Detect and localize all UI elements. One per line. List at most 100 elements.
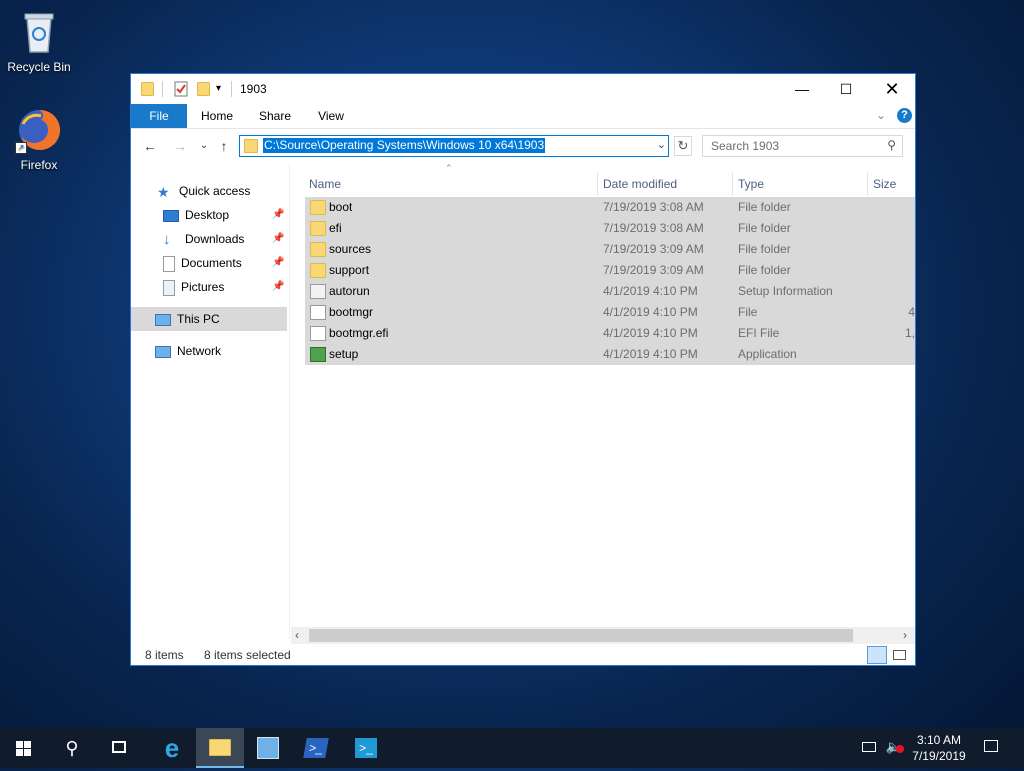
- file-row[interactable]: sources 7/19/2019 3:09 AM File folder: [305, 239, 915, 260]
- start-button[interactable]: [0, 728, 48, 768]
- shortcut-arrow-icon: ↗: [15, 142, 27, 154]
- address-bar[interactable]: C:\Source\Operating Systems\Windows 10 x…: [239, 135, 669, 157]
- recycle-bin-icon: [15, 8, 63, 56]
- minimize-button[interactable]: —: [779, 74, 825, 104]
- file-row[interactable]: autorun 4/1/2019 4:10 PM Setup Information: [305, 281, 915, 302]
- scrollbar-thumb[interactable]: [309, 629, 853, 642]
- file-row[interactable]: boot 7/19/2019 3:08 AM File folder: [305, 197, 915, 218]
- help-icon[interactable]: ?: [897, 108, 912, 123]
- tab-home[interactable]: Home: [193, 104, 241, 128]
- file-name: bootmgr.efi: [329, 326, 389, 340]
- taskbar-powershell-ise[interactable]: >_: [342, 728, 390, 768]
- file-type: Setup Information: [738, 284, 833, 298]
- column-header-date[interactable]: Date modified: [599, 172, 733, 196]
- tab-share[interactable]: Share: [251, 104, 299, 128]
- nav-item-downloads[interactable]: ↓ Downloads: [163, 229, 244, 249]
- file-row[interactable]: efi 7/19/2019 3:08 AM File folder: [305, 218, 915, 239]
- internet-explorer-icon: e: [164, 733, 180, 763]
- clock[interactable]: 3:10 AM 7/19/2019: [906, 732, 972, 764]
- nav-network[interactable]: Network: [155, 341, 221, 361]
- network-icon: [155, 345, 171, 358]
- back-button[interactable]: ←: [141, 137, 159, 155]
- large-icons-view-button[interactable]: [891, 646, 909, 664]
- forward-button[interactable]: →: [171, 137, 189, 155]
- powershell-icon: >_: [303, 738, 329, 758]
- folder-icon: [310, 200, 326, 215]
- file-type: Application: [738, 347, 797, 361]
- search-button[interactable]: ⚲: [48, 728, 96, 768]
- taskbar-server-manager[interactable]: [244, 728, 292, 768]
- nav-item-label: Pictures: [181, 280, 225, 294]
- scroll-left-icon[interactable]: ‹: [295, 627, 299, 644]
- title-bar: ▾ 1903 — ☐ ✕: [131, 74, 915, 104]
- pin-icon[interactable]: 📌: [272, 229, 284, 249]
- folder-icon: [310, 263, 326, 278]
- pin-icon[interactable]: 📌: [272, 253, 284, 273]
- desktop-icon-recycle-bin[interactable]: Recycle Bin: [1, 8, 77, 74]
- address-dropdown-icon[interactable]: ⌄: [657, 138, 666, 151]
- task-view-button[interactable]: [96, 728, 144, 768]
- customize-qat-icon[interactable]: ▾: [216, 81, 226, 97]
- tab-view[interactable]: View: [307, 104, 355, 128]
- details-view-button[interactable]: [867, 646, 887, 664]
- refresh-button[interactable]: ↻: [674, 136, 692, 156]
- file-row[interactable]: setup 4/1/2019 4:10 PM Application: [305, 344, 915, 365]
- nav-item-documents[interactable]: Documents: [163, 253, 242, 273]
- file-row[interactable]: bootmgr.efi 4/1/2019 4:10 PM EFI File 1,: [305, 323, 915, 344]
- setup-info-icon: [310, 284, 326, 299]
- desktop-icon-firefox[interactable]: ↗ Firefox: [1, 106, 77, 172]
- navigation-pane: ★ Quick access Desktop 📌 ↓ Downloads 📌 Doc…: [131, 164, 290, 639]
- recent-locations-button[interactable]: ⌄: [195, 137, 213, 155]
- action-center-icon[interactable]: [980, 738, 1002, 758]
- search-icon: ⚲: [65, 738, 79, 758]
- file-size: [885, 239, 915, 260]
- pin-icon[interactable]: 📌: [272, 205, 284, 225]
- expand-ribbon-icon[interactable]: ⌄: [876, 108, 886, 122]
- nav-item-label: Downloads: [185, 232, 245, 246]
- computer-icon: [155, 313, 171, 326]
- search-box[interactable]: Search 1903 ⚲: [702, 135, 903, 157]
- file-type: File folder: [738, 242, 791, 256]
- properties-icon[interactable]: [174, 81, 188, 97]
- file-size: [885, 281, 915, 302]
- file-size: 4: [908, 305, 915, 319]
- selected-count: 8 items selected: [204, 648, 291, 662]
- nav-item-desktop[interactable]: Desktop: [163, 205, 229, 225]
- file-date: 7/19/2019 3:09 AM: [603, 242, 704, 256]
- file-type: EFI File: [738, 326, 780, 340]
- nav-this-pc[interactable]: This PC: [155, 309, 220, 329]
- taskbar-powershell[interactable]: >_: [292, 728, 340, 768]
- up-button[interactable]: ↑: [215, 137, 233, 155]
- scroll-right-icon[interactable]: ›: [903, 627, 907, 644]
- nav-item-pictures[interactable]: Pictures: [163, 277, 224, 297]
- firefox-label: Firefox: [20, 158, 58, 172]
- address-text[interactable]: C:\Source\Operating Systems\Windows 10 x…: [263, 138, 546, 153]
- item-count: 8 items: [145, 648, 184, 662]
- network-tray-icon[interactable]: [862, 740, 880, 756]
- file-row[interactable]: support 7/19/2019 3:09 AM File folder: [305, 260, 915, 281]
- firefox-icon: ↗: [15, 106, 63, 154]
- tab-file[interactable]: File: [131, 104, 187, 128]
- file-name: autorun: [329, 284, 370, 298]
- nav-quick-access[interactable]: ★ Quick access: [157, 181, 250, 201]
- column-header-size[interactable]: Size: [869, 172, 915, 196]
- volume-muted-icon[interactable]: 🔈: [884, 739, 904, 757]
- new-folder-icon[interactable]: [197, 81, 211, 97]
- taskbar-ie[interactable]: e: [148, 728, 196, 768]
- documents-icon: [163, 255, 175, 272]
- column-header-type[interactable]: Type: [734, 172, 868, 196]
- nav-item-label: Desktop: [185, 208, 230, 222]
- file-type: File folder: [738, 200, 791, 214]
- pin-icon[interactable]: 📌: [272, 277, 284, 297]
- file-explorer-icon: [209, 739, 231, 756]
- file-size: [885, 197, 915, 218]
- maximize-button[interactable]: ☐: [823, 74, 869, 104]
- close-button[interactable]: ✕: [869, 74, 915, 104]
- taskbar-file-explorer[interactable]: [196, 728, 244, 768]
- column-header-name[interactable]: Name: [305, 172, 598, 196]
- file-type: File: [738, 305, 758, 319]
- title-divider: [231, 81, 232, 97]
- file-row[interactable]: bootmgr 4/1/2019 4:10 PM File 4: [305, 302, 915, 323]
- horizontal-scrollbar[interactable]: ‹ ›: [291, 627, 915, 644]
- file-name: setup: [329, 347, 359, 361]
